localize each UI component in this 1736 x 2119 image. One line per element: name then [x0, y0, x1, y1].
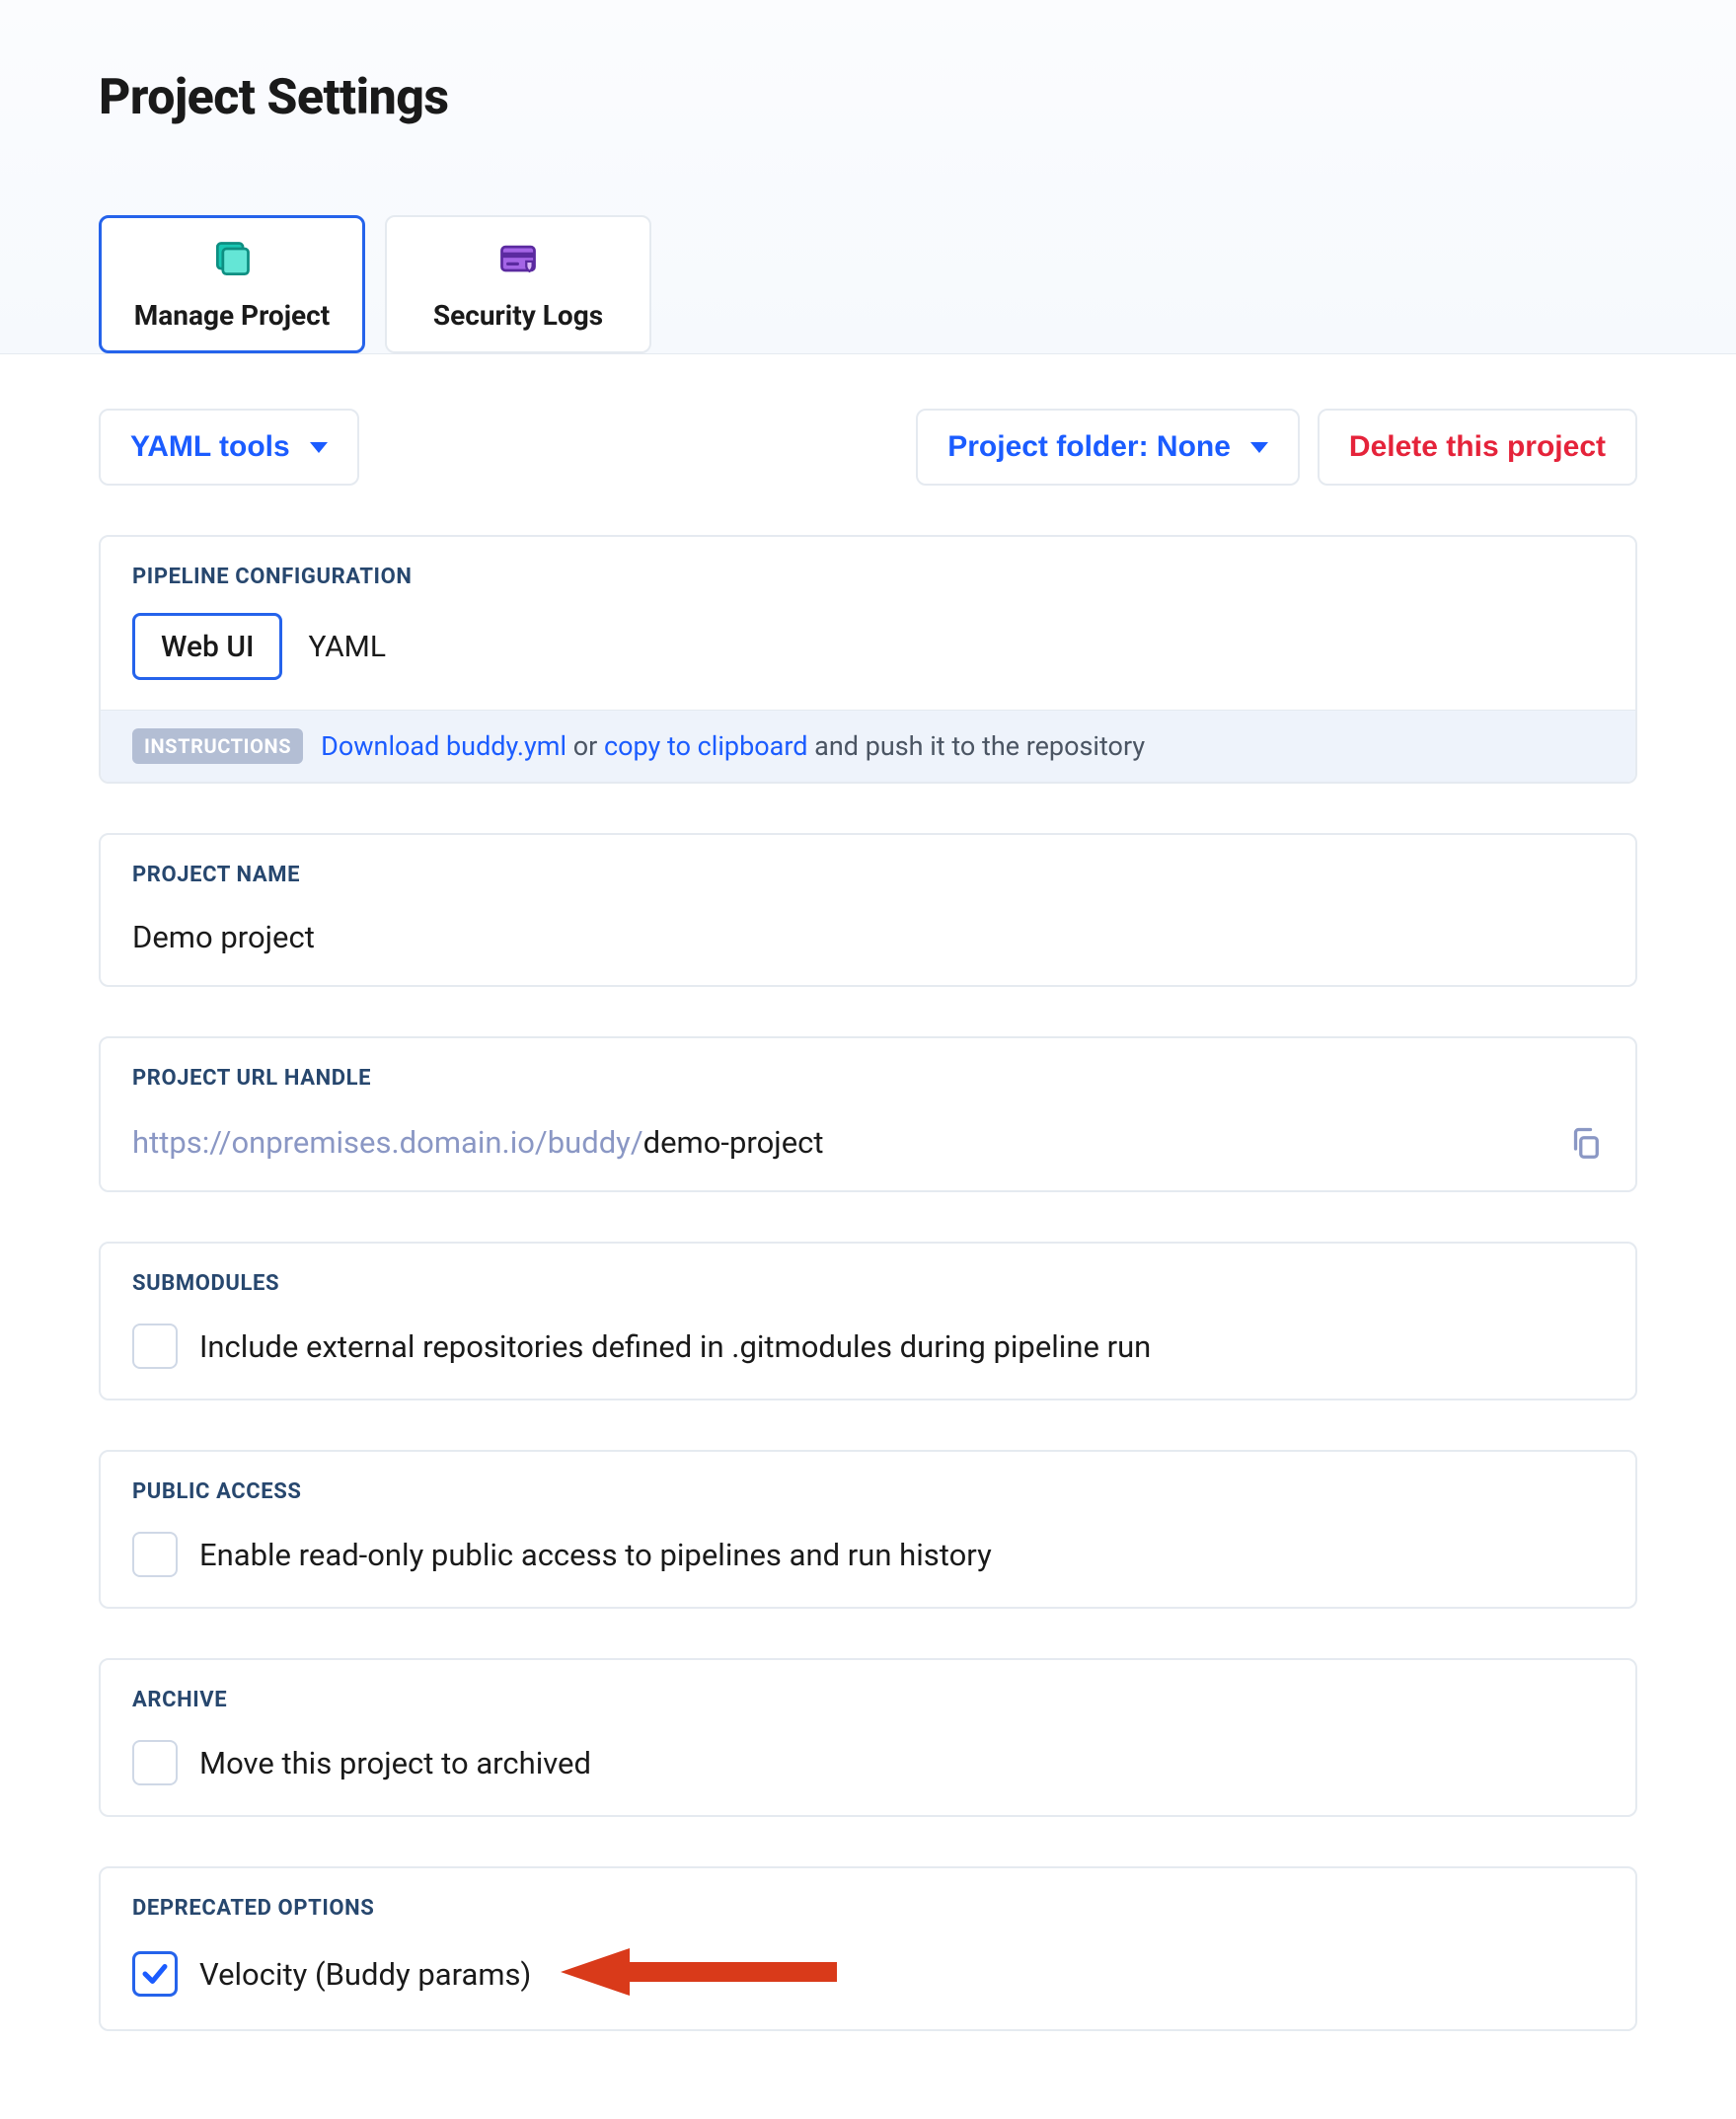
submodules-card: SUBMODULES Include external repositories…	[99, 1242, 1637, 1400]
deprecated-options-card: DEPRECATED OPTIONS Velocity (Buddy param…	[99, 1866, 1637, 2031]
public-access-checkbox[interactable]	[132, 1532, 178, 1577]
copy-icon[interactable]	[1568, 1125, 1604, 1161]
page-title: Project Settings	[99, 69, 1637, 126]
archive-label: Move this project to archived	[199, 1745, 591, 1781]
pipeline-mode-yaml[interactable]: YAML	[308, 630, 386, 664]
caret-down-icon	[1250, 442, 1268, 453]
credit-card-icon	[496, 238, 540, 281]
project-url-slug: demo-project	[643, 1124, 824, 1161]
public-access-label: Enable read-only public access to pipeli…	[199, 1537, 992, 1573]
delete-project-button[interactable]: Delete this project	[1318, 409, 1637, 486]
archive-section-label: ARCHIVE	[132, 1688, 1604, 1712]
submodules-checkbox[interactable]	[132, 1324, 178, 1369]
submodules-section-label: SUBMODULES	[132, 1271, 1604, 1296]
project-settings-page: Project Settings Manage Project	[0, 0, 1736, 2090]
archive-card: ARCHIVE Move this project to archived	[99, 1658, 1637, 1817]
annotation-arrow-icon	[561, 1944, 847, 2000]
pipeline-section-label: PIPELINE CONFIGURATION	[132, 565, 1604, 589]
toolbar: YAML tools Project folder: None Delete t…	[99, 409, 1637, 486]
project-url-card: PROJECT URL HANDLE https://onpremises.do…	[99, 1036, 1637, 1192]
project-folder-label: Project folder: None	[947, 430, 1231, 464]
public-access-card: PUBLIC ACCESS Enable read-only public ac…	[99, 1450, 1637, 1609]
tab-security-logs[interactable]: Security Logs	[385, 215, 651, 353]
delete-project-label: Delete this project	[1349, 430, 1606, 464]
tab-label: Security Logs	[433, 299, 603, 332]
tab-label: Manage Project	[134, 299, 330, 332]
copy-to-clipboard-link[interactable]: copy to clipboard	[604, 730, 807, 762]
caret-down-icon	[310, 442, 328, 453]
tab-manage-project[interactable]: Manage Project	[99, 215, 365, 353]
download-buddy-yml-link[interactable]: Download buddy.yml	[321, 730, 566, 762]
top-tabs: Manage Project Security Logs	[99, 215, 1637, 353]
instructions-or: or	[566, 730, 604, 762]
instructions-text: Download buddy.yml or copy to clipboard …	[321, 730, 1145, 762]
public-access-section-label: PUBLIC ACCESS	[132, 1479, 1604, 1504]
header-region: Project Settings Manage Project	[0, 0, 1736, 354]
content-area: YAML tools Project folder: None Delete t…	[0, 354, 1736, 2090]
project-folder-dropdown[interactable]: Project folder: None	[916, 409, 1300, 486]
velocity-checkbox[interactable]	[132, 1951, 178, 1997]
instructions-tail: and push it to the repository	[807, 730, 1145, 762]
project-url-section-label: PROJECT URL HANDLE	[132, 1066, 1604, 1091]
project-url-value[interactable]: https://onpremises.domain.io/buddy/demo-…	[132, 1124, 824, 1161]
project-name-card: PROJECT NAME Demo project	[99, 833, 1637, 987]
pipeline-mode-webui[interactable]: Web UI	[132, 613, 282, 680]
instructions-badge: INSTRUCTIONS	[132, 728, 303, 764]
instructions-bar: INSTRUCTIONS Download buddy.yml or copy …	[101, 710, 1635, 782]
stack-icon	[210, 238, 254, 281]
yaml-tools-label: YAML tools	[130, 430, 290, 464]
project-name-section-label: PROJECT NAME	[132, 863, 1604, 887]
project-name-value[interactable]: Demo project	[132, 911, 1604, 955]
velocity-label: Velocity (Buddy params)	[199, 1956, 531, 1993]
yaml-tools-dropdown[interactable]: YAML tools	[99, 409, 359, 486]
archive-checkbox[interactable]	[132, 1740, 178, 1785]
pipeline-config-card: PIPELINE CONFIGURATION Web UI YAML INSTR…	[99, 535, 1637, 784]
submodules-label: Include external repositories defined in…	[199, 1328, 1151, 1365]
project-url-prefix: https://onpremises.domain.io/buddy/	[132, 1124, 643, 1161]
deprecated-section-label: DEPRECATED OPTIONS	[132, 1896, 1604, 1921]
